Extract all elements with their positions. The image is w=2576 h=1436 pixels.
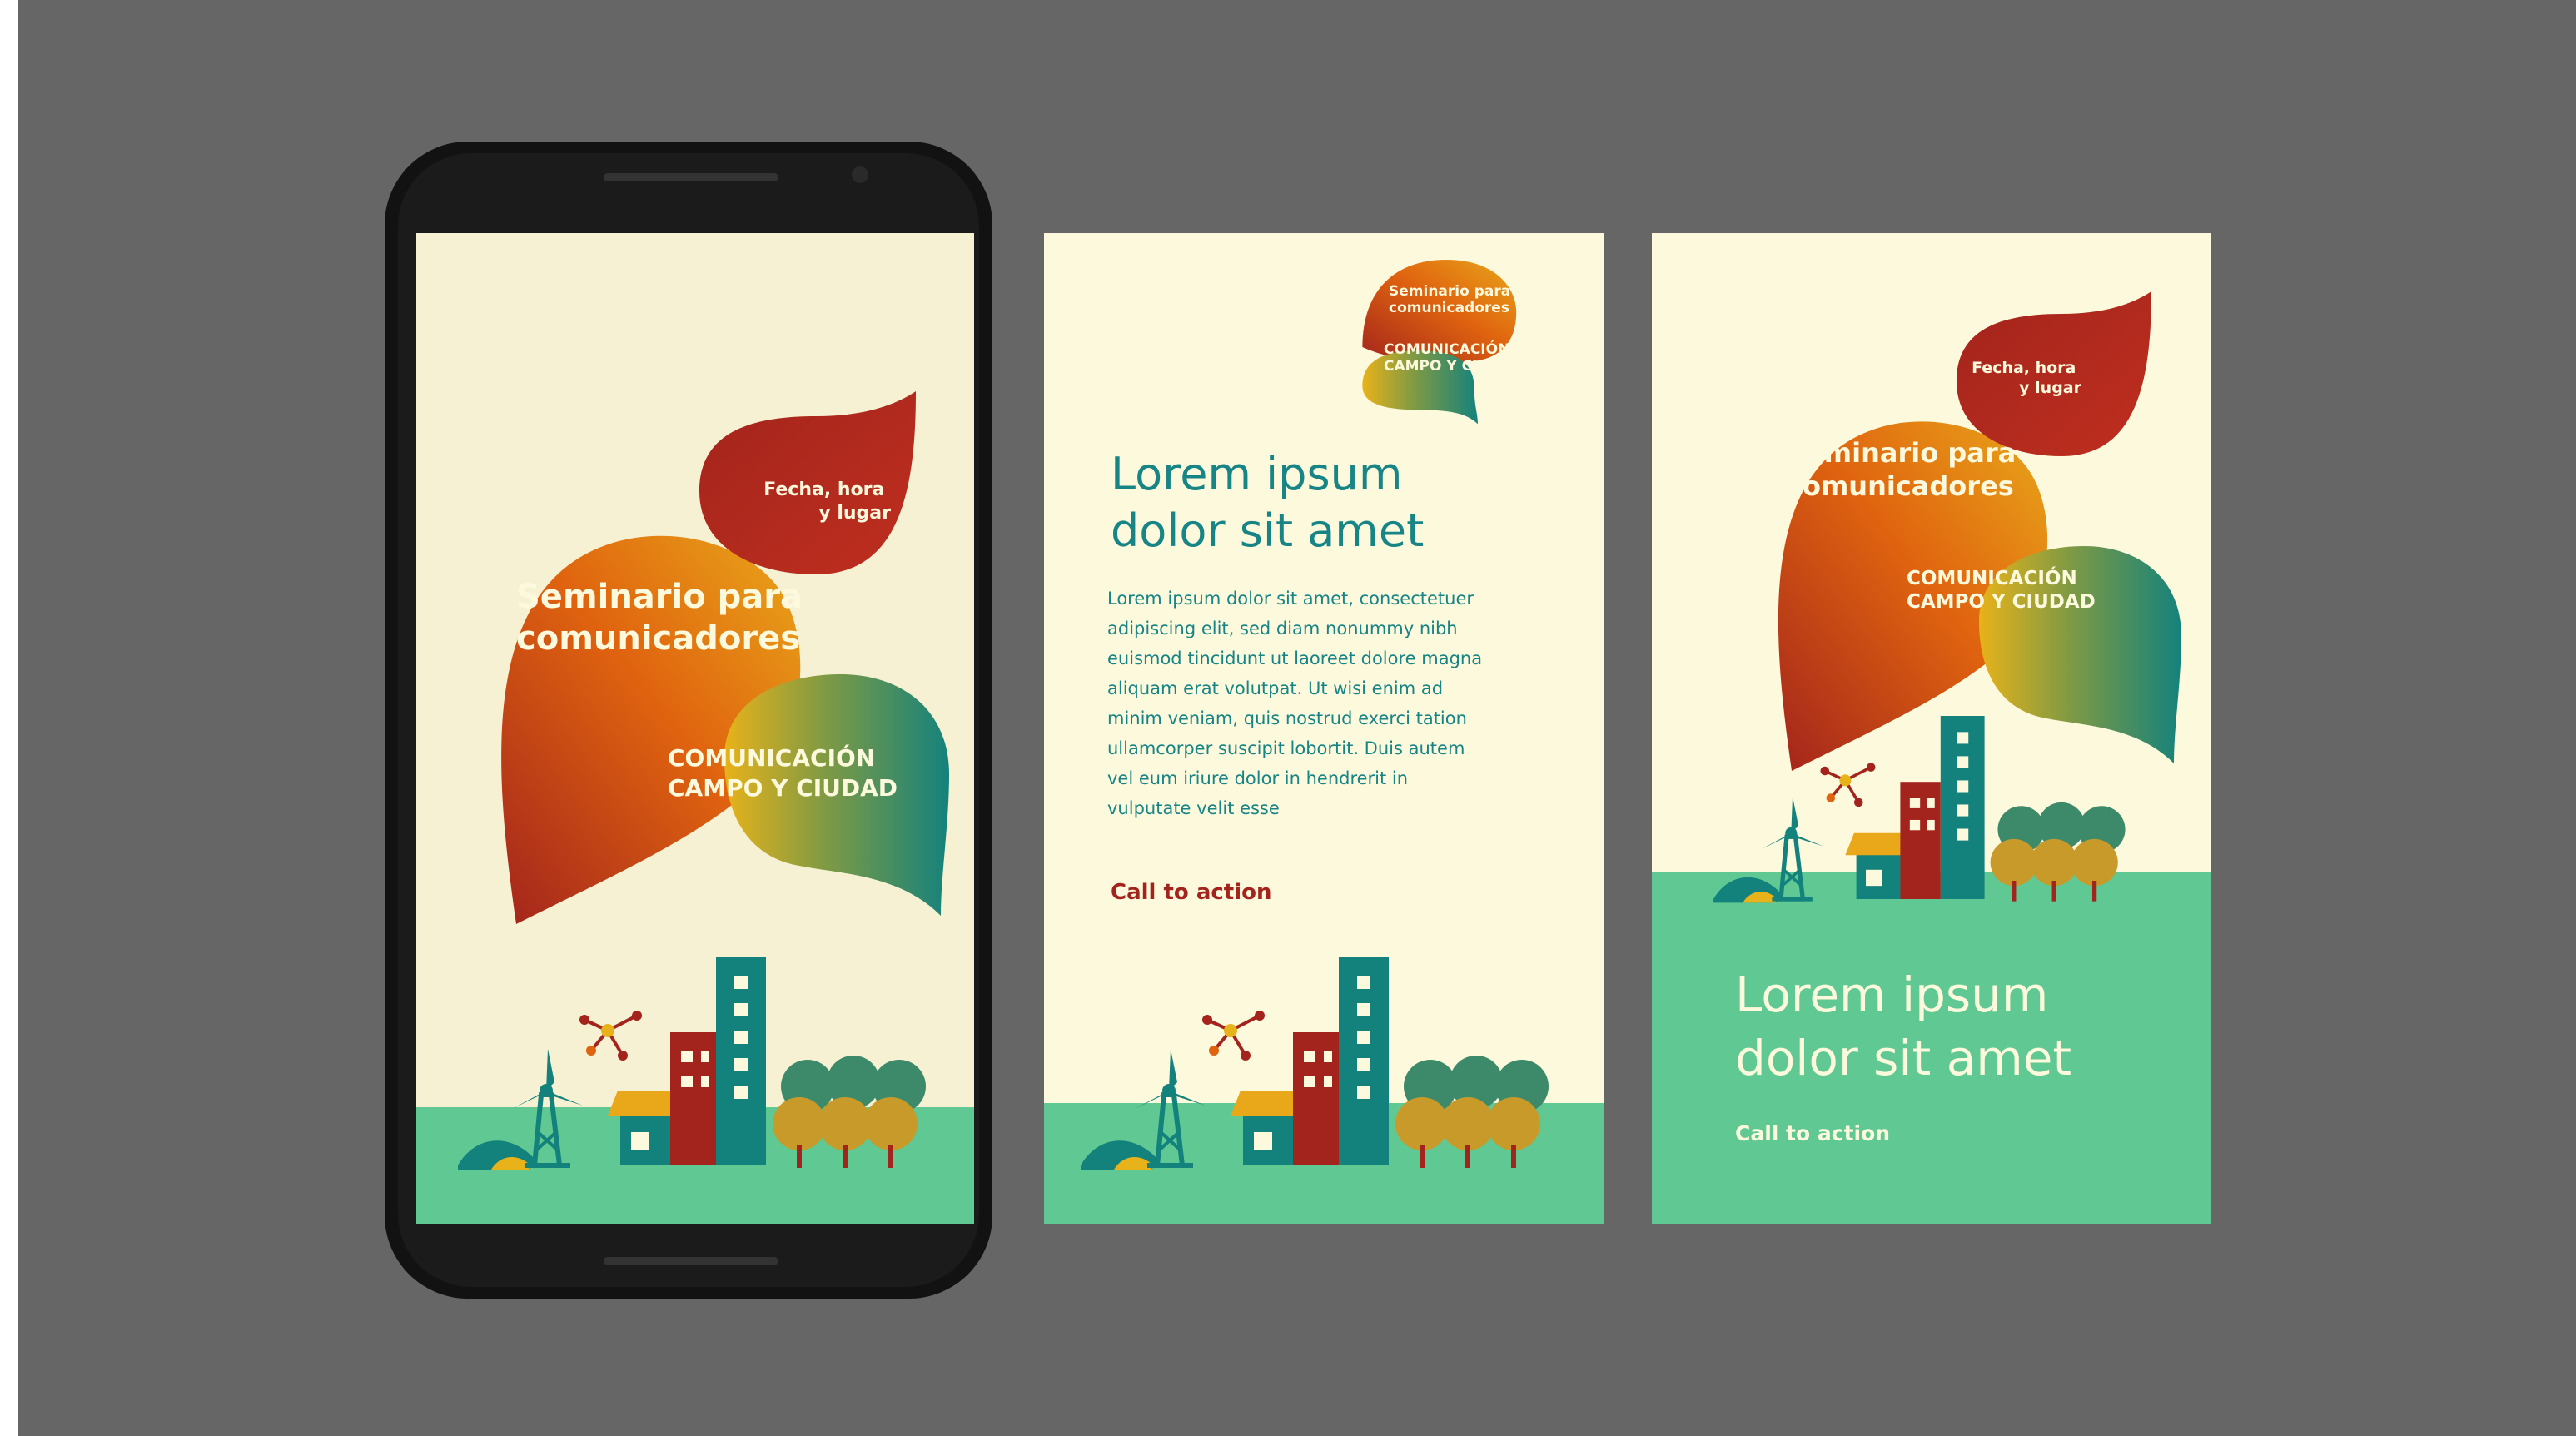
card3-cta[interactable]: Call to action [1735, 1121, 1890, 1145]
card2-theme: COMUNICACIÓN CAMPO Y CIUDAD [1384, 340, 1524, 375]
body-line: ullamcorper suscipit lobortit. Duis aute… [1107, 738, 1465, 758]
card-green-variant: Seminario para comunicadores Fecha, hora… [1652, 233, 2211, 1224]
body-line: aliquam erat volutpat. Ut wisi enim ad [1107, 678, 1443, 698]
body-line: minim veniam, quis nostrud exerci tation [1107, 708, 1467, 728]
body-line: vulputate velit esse [1107, 798, 1280, 818]
body-line: Lorem ipsum dolor sit amet, consectetuer [1107, 589, 1474, 609]
mockup-canvas: Seminario para comunicadores Fecha, hora… [18, 0, 2576, 1436]
phone-screen: Seminario para comunicadores Fecha, hora… [416, 233, 974, 1224]
card-text-variant: Seminario para comunicadores COMUNICACIÓ… [1044, 233, 1604, 1224]
body-line: euismod tincidunt ut laoreet dolore magn… [1107, 648, 1482, 668]
body-line: adipiscing elit, sed diam nonummy nibh [1107, 619, 1458, 638]
card2-cta[interactable]: Call to action [1111, 880, 1272, 905]
phone-mockup: Seminario para comunicadores Fecha, hora… [385, 142, 992, 1299]
body-line: vel eum iriure dolor in hendrerit in [1107, 768, 1408, 788]
card2-title: Seminario para comunicadores [1389, 283, 1515, 316]
